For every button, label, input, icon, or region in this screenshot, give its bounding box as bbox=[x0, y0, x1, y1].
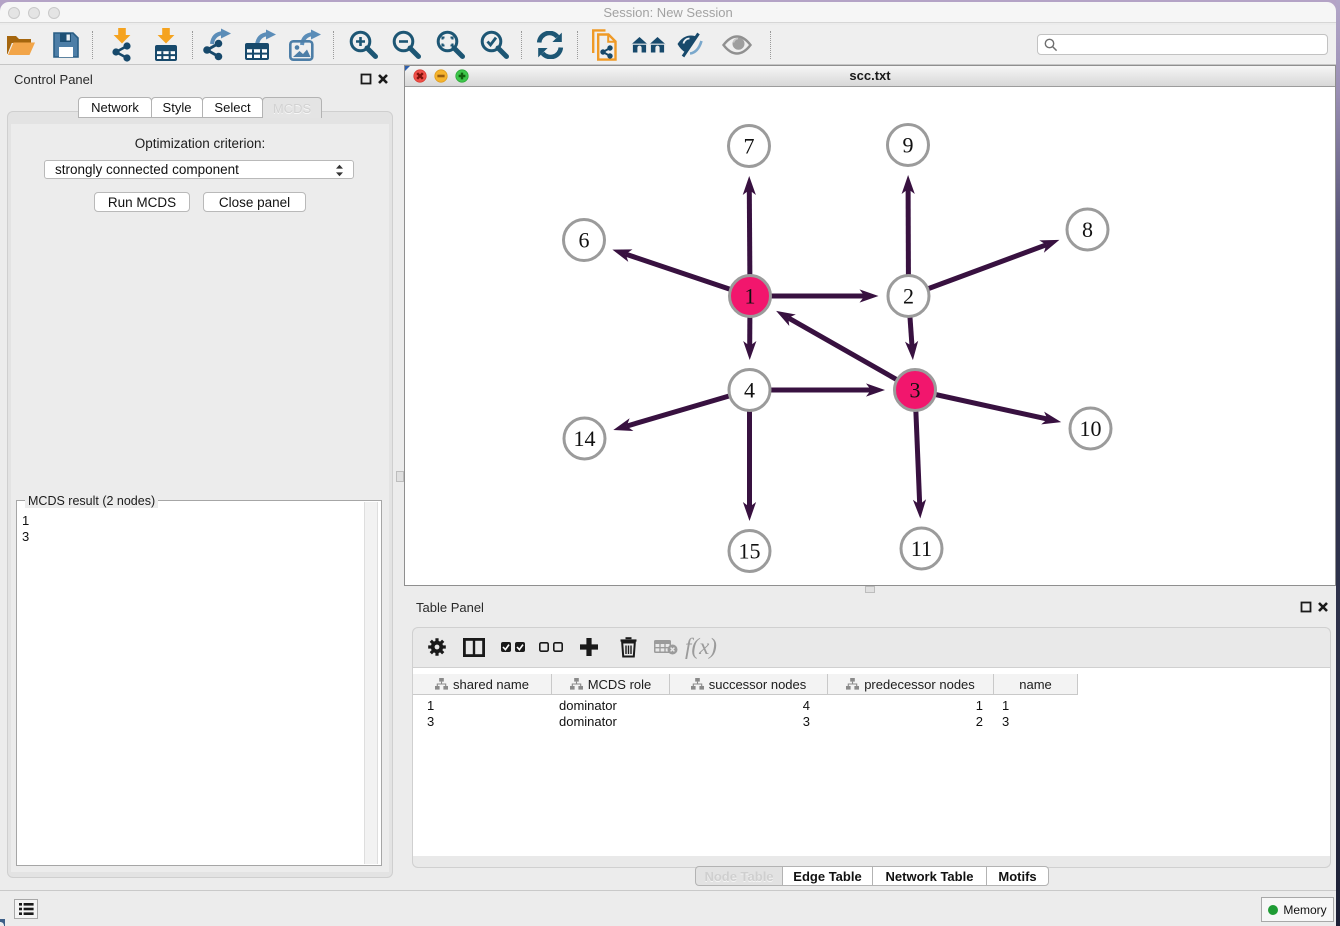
svg-text:10: 10 bbox=[1080, 416, 1102, 441]
svg-text:8: 8 bbox=[1082, 217, 1093, 242]
svg-text:7: 7 bbox=[744, 134, 755, 159]
svg-text:4: 4 bbox=[744, 378, 755, 403]
svg-text:14: 14 bbox=[574, 426, 596, 451]
svg-text:2: 2 bbox=[903, 284, 914, 309]
svg-text:1: 1 bbox=[745, 284, 756, 309]
svg-text:6: 6 bbox=[579, 228, 590, 253]
svg-text:3: 3 bbox=[910, 378, 921, 403]
svg-text:9: 9 bbox=[903, 133, 914, 158]
svg-text:11: 11 bbox=[911, 536, 932, 561]
svg-text:15: 15 bbox=[739, 539, 761, 564]
